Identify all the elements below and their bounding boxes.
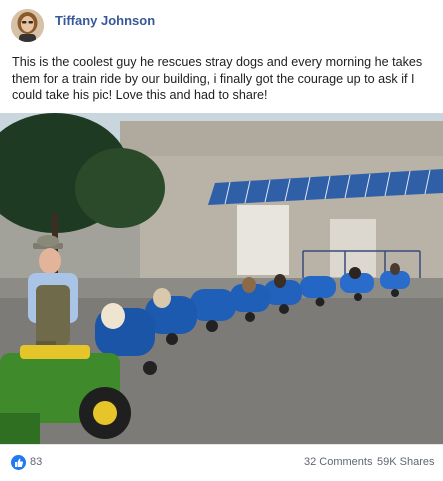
- comments-count[interactable]: 32 Comments: [304, 456, 372, 468]
- thumbs-up-icon[interactable]: [11, 455, 26, 470]
- photo-illustration: [0, 113, 443, 444]
- thumbs-up-glyph: [15, 458, 24, 467]
- like-count[interactable]: 83: [30, 456, 42, 468]
- shares-count[interactable]: 59K Shares: [377, 456, 434, 468]
- author-name[interactable]: Tiffany Johnson: [55, 13, 155, 28]
- post-photo[interactable]: [0, 113, 443, 444]
- post-text: This is the coolest guy he rescues stray…: [12, 55, 423, 103]
- post-header: Tiffany Johnson: [0, 0, 443, 48]
- avatar-image: [11, 9, 44, 42]
- post-footer: 83 32 Comments 59K Shares: [0, 444, 443, 481]
- author-avatar[interactable]: [11, 9, 44, 42]
